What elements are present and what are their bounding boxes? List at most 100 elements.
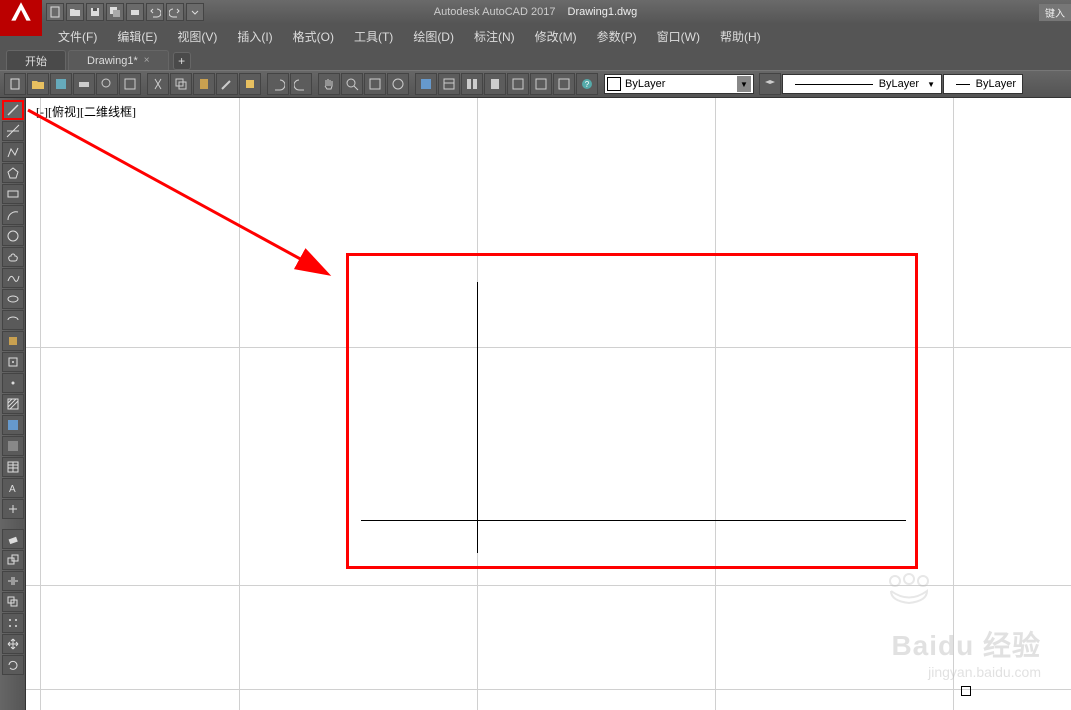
copy-button[interactable]	[2, 550, 24, 570]
rectangle-button[interactable]	[2, 184, 24, 204]
annotation-redbox	[346, 253, 918, 569]
tb-block[interactable]	[239, 73, 261, 95]
tb-calc[interactable]	[484, 73, 506, 95]
open-button[interactable]	[66, 3, 84, 21]
tb-layer[interactable]	[759, 73, 781, 95]
menu-view[interactable]: 视图(V)	[167, 26, 227, 47]
make-block-button[interactable]	[2, 352, 24, 372]
draw-toolbar: A	[0, 98, 26, 710]
tb-match[interactable]	[216, 73, 238, 95]
move-button[interactable]	[2, 634, 24, 654]
tb-paste[interactable]	[193, 73, 215, 95]
offset-button[interactable]	[2, 592, 24, 612]
tb-save[interactable]	[50, 73, 72, 95]
addselected-button[interactable]	[2, 499, 24, 519]
close-icon[interactable]: ×	[144, 55, 150, 66]
standard-toolbar: ? ByLayer ▼ ByLayer ▼ ByLayer	[0, 70, 1071, 98]
linetype-combo[interactable]: ByLayer ▼	[782, 74, 942, 94]
hatch-button[interactable]	[2, 394, 24, 414]
tb-publish[interactable]	[119, 73, 141, 95]
tb-new[interactable]	[4, 73, 26, 95]
annotation-arrow	[26, 98, 366, 298]
menu-dimension[interactable]: 标注(N)	[464, 26, 525, 47]
tb-properties[interactable]	[415, 73, 437, 95]
drawing-canvas[interactable]: [-][俯视][二维线框]	[26, 98, 1071, 710]
line-tool-button[interactable]	[2, 100, 24, 120]
undo-button[interactable]	[146, 3, 164, 21]
new-button[interactable]	[46, 3, 64, 21]
menu-window[interactable]: 窗口(W)	[647, 26, 710, 47]
table-button[interactable]	[2, 457, 24, 477]
tab-drawing1[interactable]: Drawing1*×	[68, 50, 169, 70]
rotate-button[interactable]	[2, 655, 24, 675]
spline-button[interactable]	[2, 268, 24, 288]
arc-button[interactable]	[2, 205, 24, 225]
tb-help[interactable]: ?	[576, 73, 598, 95]
linetype-preview-icon	[795, 84, 873, 85]
lineweight-combo[interactable]: ByLayer	[943, 74, 1023, 94]
tb-zoom-prev[interactable]	[387, 73, 409, 95]
title-text: Autodesk AutoCAD 2017 Drawing1.dwg	[434, 6, 637, 18]
array-button[interactable]	[2, 613, 24, 633]
polyline-button[interactable]	[2, 142, 24, 162]
tb-toolpalette[interactable]	[461, 73, 483, 95]
grid-line	[26, 585, 1071, 586]
polygon-button[interactable]	[2, 163, 24, 183]
tb-preview[interactable]	[96, 73, 118, 95]
tb-zoom[interactable]	[341, 73, 363, 95]
type-command-hint[interactable]: 键入	[1039, 4, 1071, 21]
app-logo[interactable]	[0, 0, 42, 36]
tb-open[interactable]	[27, 73, 49, 95]
tb-dcenter[interactable]	[553, 73, 575, 95]
svg-text:?: ?	[585, 80, 590, 89]
qat-dropdown[interactable]	[186, 3, 204, 21]
plot-button[interactable]	[126, 3, 144, 21]
tab-start[interactable]: 开始	[6, 50, 66, 70]
app-name: Autodesk AutoCAD 2017	[434, 6, 556, 18]
tb-print[interactable]	[73, 73, 95, 95]
tb-undo[interactable]	[267, 73, 289, 95]
tb-zoom-window[interactable]	[364, 73, 386, 95]
circle-button[interactable]	[2, 226, 24, 246]
tb-cut[interactable]	[147, 73, 169, 95]
revision-cloud-button[interactable]	[2, 247, 24, 267]
gradient-button[interactable]	[2, 415, 24, 435]
menu-tools[interactable]: 工具(T)	[344, 26, 403, 47]
menu-file[interactable]: 文件(F)	[48, 26, 107, 47]
menu-edit[interactable]: 编辑(E)	[107, 26, 167, 47]
tb-sheetset[interactable]	[438, 73, 460, 95]
ellipse-arc-button[interactable]	[2, 310, 24, 330]
region-button[interactable]	[2, 436, 24, 456]
saveas-button[interactable]	[106, 3, 124, 21]
insert-block-button[interactable]	[2, 331, 24, 351]
grid-line	[26, 689, 1071, 690]
construction-line-button[interactable]	[2, 121, 24, 141]
mtext-button[interactable]: A	[2, 478, 24, 498]
tb-qselect[interactable]	[530, 73, 552, 95]
menubar: 文件(F) 编辑(E) 视图(V) 插入(I) 格式(O) 工具(T) 绘图(D…	[0, 24, 1071, 48]
doc-name: Drawing1.dwg	[568, 6, 638, 18]
tb-redo[interactable]	[290, 73, 312, 95]
new-tab-button[interactable]: +	[173, 52, 191, 70]
menu-help[interactable]: 帮助(H)	[710, 26, 771, 47]
pickbox-cursor	[961, 686, 971, 696]
point-button[interactable]	[2, 373, 24, 393]
menu-draw[interactable]: 绘图(D)	[403, 26, 464, 47]
dropdown-icon[interactable]: ▼	[927, 80, 935, 89]
redo-button[interactable]	[166, 3, 184, 21]
menu-insert[interactable]: 插入(I)	[227, 26, 282, 47]
tb-copy[interactable]	[170, 73, 192, 95]
file-tabs: 开始 Drawing1*× +	[0, 48, 1071, 70]
save-button[interactable]	[86, 3, 104, 21]
menu-param[interactable]: 参数(P)	[587, 26, 647, 47]
menu-format[interactable]: 格式(O)	[283, 26, 344, 47]
tb-markup[interactable]	[507, 73, 529, 95]
layer-color-combo[interactable]: ByLayer ▼	[604, 74, 754, 94]
erase-button[interactable]	[2, 529, 24, 549]
mirror-button[interactable]	[2, 571, 24, 591]
menu-modify[interactable]: 修改(M)	[525, 26, 587, 47]
dropdown-icon[interactable]: ▼	[737, 76, 751, 92]
tb-pan[interactable]	[318, 73, 340, 95]
quick-access-toolbar	[42, 1, 208, 23]
ellipse-button[interactable]	[2, 289, 24, 309]
